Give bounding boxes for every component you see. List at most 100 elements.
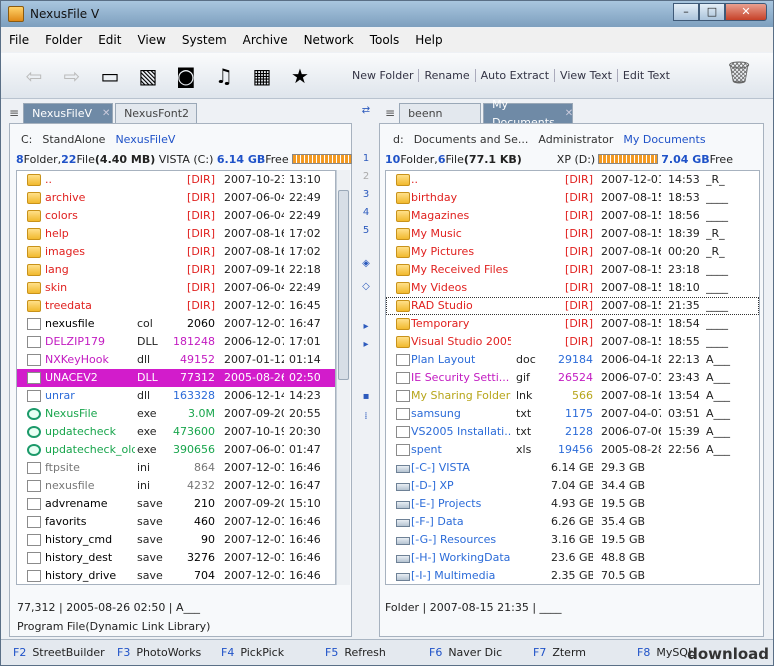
file-row[interactable]: VS2005 Installati... txt 2128 2006-07-06 15:…: [386, 423, 759, 441]
right-tab-menu-icon[interactable]: ≡: [385, 103, 395, 123]
file-row[interactable]: colors [DIR] 2007-06-04 22:49: [17, 207, 335, 225]
file-row[interactable]: images [DIR] 2007-08-16 17:02: [17, 243, 335, 261]
menu-item-folder[interactable]: Folder: [37, 33, 90, 47]
file-row[interactable]: My Music [DIR] 2007-08-15 18:39 _R_: [386, 225, 759, 243]
file-row[interactable]: UNACEV2 DLL 77312 2005-08-26 02:50: [17, 369, 335, 387]
title-bar[interactable]: NexusFile V – □ ✕: [1, 1, 773, 27]
file-row[interactable]: history_dest save 3276 2007-12-01 16:46: [17, 549, 335, 567]
fkey-f7[interactable]: F7 Zterm: [521, 646, 625, 659]
file-row[interactable]: favorits save 460 2007-12-01 16:46: [17, 513, 335, 531]
file-row[interactable]: samsung txt 1175 2007-04-07 03:51 A___: [386, 405, 759, 423]
file-row[interactable]: DELZIP179 DLL 181248 2006-12-07 17:01: [17, 333, 335, 351]
file-row[interactable]: My Sharing Folders lnk 566 2007-08-16 13:54 A…: [386, 387, 759, 405]
view-text-button[interactable]: View Text: [555, 69, 618, 82]
left-tab-0[interactable]: NexusFileV ✕: [23, 103, 114, 123]
file-row[interactable]: RAD Studio [DIR] 2007-08-15 21:35 ____: [386, 297, 759, 315]
copy-right-icon[interactable]: ▸: [355, 321, 377, 332]
bookmark-slot-1[interactable]: 1: [355, 153, 377, 164]
fkey-f2[interactable]: F2 StreetBuilder: [1, 646, 105, 659]
bookmark-slot-3[interactable]: 3: [355, 189, 377, 200]
fkey-f3[interactable]: F3 PhotoWorks: [105, 646, 209, 659]
file-row[interactable]: [-D-] XP 7.04 GB 34.4 GB: [386, 477, 759, 495]
file-row[interactable]: skin [DIR] 2007-06-04 22:49: [17, 279, 335, 297]
file-row[interactable]: NXKeyHook dll 49152 2007-01-12 01:14: [17, 351, 335, 369]
file-row[interactable]: Visual Studio 2005 [DIR] 2007-08-15 18:55 __…: [386, 333, 759, 351]
file-row[interactable]: unrar dll 163328 2006-12-14 14:23: [17, 387, 335, 405]
menu-item-system[interactable]: System: [174, 33, 235, 47]
fkey-f4[interactable]: F4 PickPick: [209, 646, 313, 659]
file-row[interactable]: [-F-] Data 6.26 GB 35.4 GB: [386, 513, 759, 531]
file-row[interactable]: treedata [DIR] 2007-12-01 16:45: [17, 297, 335, 315]
auto-extract-button[interactable]: Auto Extract: [476, 69, 556, 82]
file-row[interactable]: nexusfile ini 4232 2007-12-01 16:47: [17, 477, 335, 495]
file-row[interactable]: history_cmd save 90 2007-12-01 16:46: [17, 531, 335, 549]
left-tab-menu-icon[interactable]: ≡: [9, 103, 19, 123]
swap-panels-icon[interactable]: ⇄: [355, 105, 377, 116]
info-icon[interactable]: ▪: [355, 391, 377, 402]
file-row[interactable]: updatecheck_old exe 390656 2007-06-01 01:47: [17, 441, 335, 459]
fkey-f5[interactable]: F5 Refresh: [313, 646, 417, 659]
bookmark-slot-4[interactable]: 4: [355, 207, 377, 218]
options-icon[interactable]: ⁞: [355, 411, 377, 422]
edit-text-button[interactable]: Edit Text: [618, 69, 675, 82]
file-row[interactable]: [-E-] Projects 4.93 GB 19.5 GB: [386, 495, 759, 513]
file-row[interactable]: Plan Layout doc 29184 2006-04-18 22:13 A___: [386, 351, 759, 369]
file-row[interactable]: Temporary [DIR] 2007-08-15 18:54 ____: [386, 315, 759, 333]
left-drive[interactable]: C:: [21, 133, 32, 146]
left-file-list[interactable]: .. [DIR] 2007-10-23 13:10 archive [DIR] 2007-0…: [16, 170, 336, 585]
file-row[interactable]: [-C-] VISTA 6.14 GB 29.3 GB: [386, 459, 759, 477]
bookmark-slot-5[interactable]: 5: [355, 225, 377, 236]
left-current-folder[interactable]: NexusFileV: [115, 133, 175, 146]
bookmark-slot-2[interactable]: 2: [355, 171, 377, 182]
fkey-f6[interactable]: F6 Naver Dic: [417, 646, 521, 659]
film-icon[interactable]: ▦: [247, 61, 277, 91]
left-scrollbar[interactable]: [336, 170, 350, 585]
file-row[interactable]: spent xls 19456 2005-08-28 22:56 A___: [386, 441, 759, 459]
right-user[interactable]: Administrator: [538, 133, 613, 146]
compare-icon[interactable]: ◇: [355, 281, 377, 292]
file-row[interactable]: advrename save 210 2007-09-20 15:10: [17, 495, 335, 513]
back-arrow-icon[interactable]: ⇦: [19, 61, 49, 91]
file-row[interactable]: [-I-] Multimedia 2.35 GB 70.5 GB: [386, 567, 759, 584]
rename-button[interactable]: Rename: [419, 69, 476, 82]
picture-icon[interactable]: ▧: [133, 61, 163, 91]
menu-item-archive[interactable]: Archive: [235, 33, 296, 47]
file-row[interactable]: Magazines [DIR] 2007-08-15 18:56 ____: [386, 207, 759, 225]
file-row[interactable]: [-G-] Resources 3.16 GB 19.5 GB: [386, 531, 759, 549]
file-row[interactable]: archive [DIR] 2007-06-04 22:49: [17, 189, 335, 207]
file-row[interactable]: ftpsite ini 864 2007-12-01 16:46: [17, 459, 335, 477]
tab-close-icon[interactable]: ✕: [102, 105, 110, 123]
file-row[interactable]: .. [DIR] 2007-10-23 13:10: [17, 171, 335, 189]
file-row[interactable]: updatecheck exe 473600 2007-10-19 20:30: [17, 423, 335, 441]
file-row[interactable]: My Received Files [DIR] 2007-08-15 23:18 ___…: [386, 261, 759, 279]
maximize-button[interactable]: □: [699, 3, 725, 21]
file-row[interactable]: [-H-] WorkingData 23.6 GB 48.8 GB: [386, 549, 759, 567]
monitor-icon[interactable]: ▭: [95, 61, 125, 91]
minimize-button[interactable]: –: [673, 3, 699, 21]
menu-item-view[interactable]: View: [129, 33, 173, 47]
menu-item-network[interactable]: Network: [296, 33, 362, 47]
file-row[interactable]: help [DIR] 2007-08-16 17:02: [17, 225, 335, 243]
sync-icon[interactable]: ◈: [355, 258, 377, 269]
right-drive[interactable]: d:: [393, 133, 404, 146]
left-volume[interactable]: StandAlone: [42, 133, 105, 146]
move-right-icon[interactable]: ▸: [355, 339, 377, 350]
menu-item-file[interactable]: File: [1, 33, 37, 47]
file-row[interactable]: NexusFile exe 3.0M 2007-09-20 20:55: [17, 405, 335, 423]
file-row[interactable]: birthday [DIR] 2007-08-15 18:53 ____: [386, 189, 759, 207]
tab-close-icon[interactable]: ✕: [565, 105, 573, 123]
file-row[interactable]: IE Security Setti... gif 26524 2006-07-01 23…: [386, 369, 759, 387]
trash-icon[interactable]: 🗑: [725, 61, 753, 86]
right-current-folder[interactable]: My Documents: [623, 133, 705, 146]
right-tab-0[interactable]: beenn: [399, 103, 482, 123]
file-row[interactable]: .. [DIR] 2007-12-01 14:53 _R_: [386, 171, 759, 189]
file-row[interactable]: My Pictures [DIR] 2007-08-16 00:20 _R_: [386, 243, 759, 261]
menu-item-tools[interactable]: Tools: [362, 33, 408, 47]
right-file-list[interactable]: .. [DIR] 2007-12-01 14:53 _R_ birthday [DIR] 20…: [385, 170, 760, 585]
menu-item-edit[interactable]: Edit: [90, 33, 129, 47]
menu-item-help[interactable]: Help: [407, 33, 450, 47]
music-note-icon[interactable]: ♫: [209, 61, 239, 91]
close-button[interactable]: ✕: [725, 3, 767, 21]
file-row[interactable]: nexusfile col 2060 2007-12-01 16:47: [17, 315, 335, 333]
right-path-bar[interactable]: d: Documents and Se... Administrator My …: [393, 129, 716, 149]
